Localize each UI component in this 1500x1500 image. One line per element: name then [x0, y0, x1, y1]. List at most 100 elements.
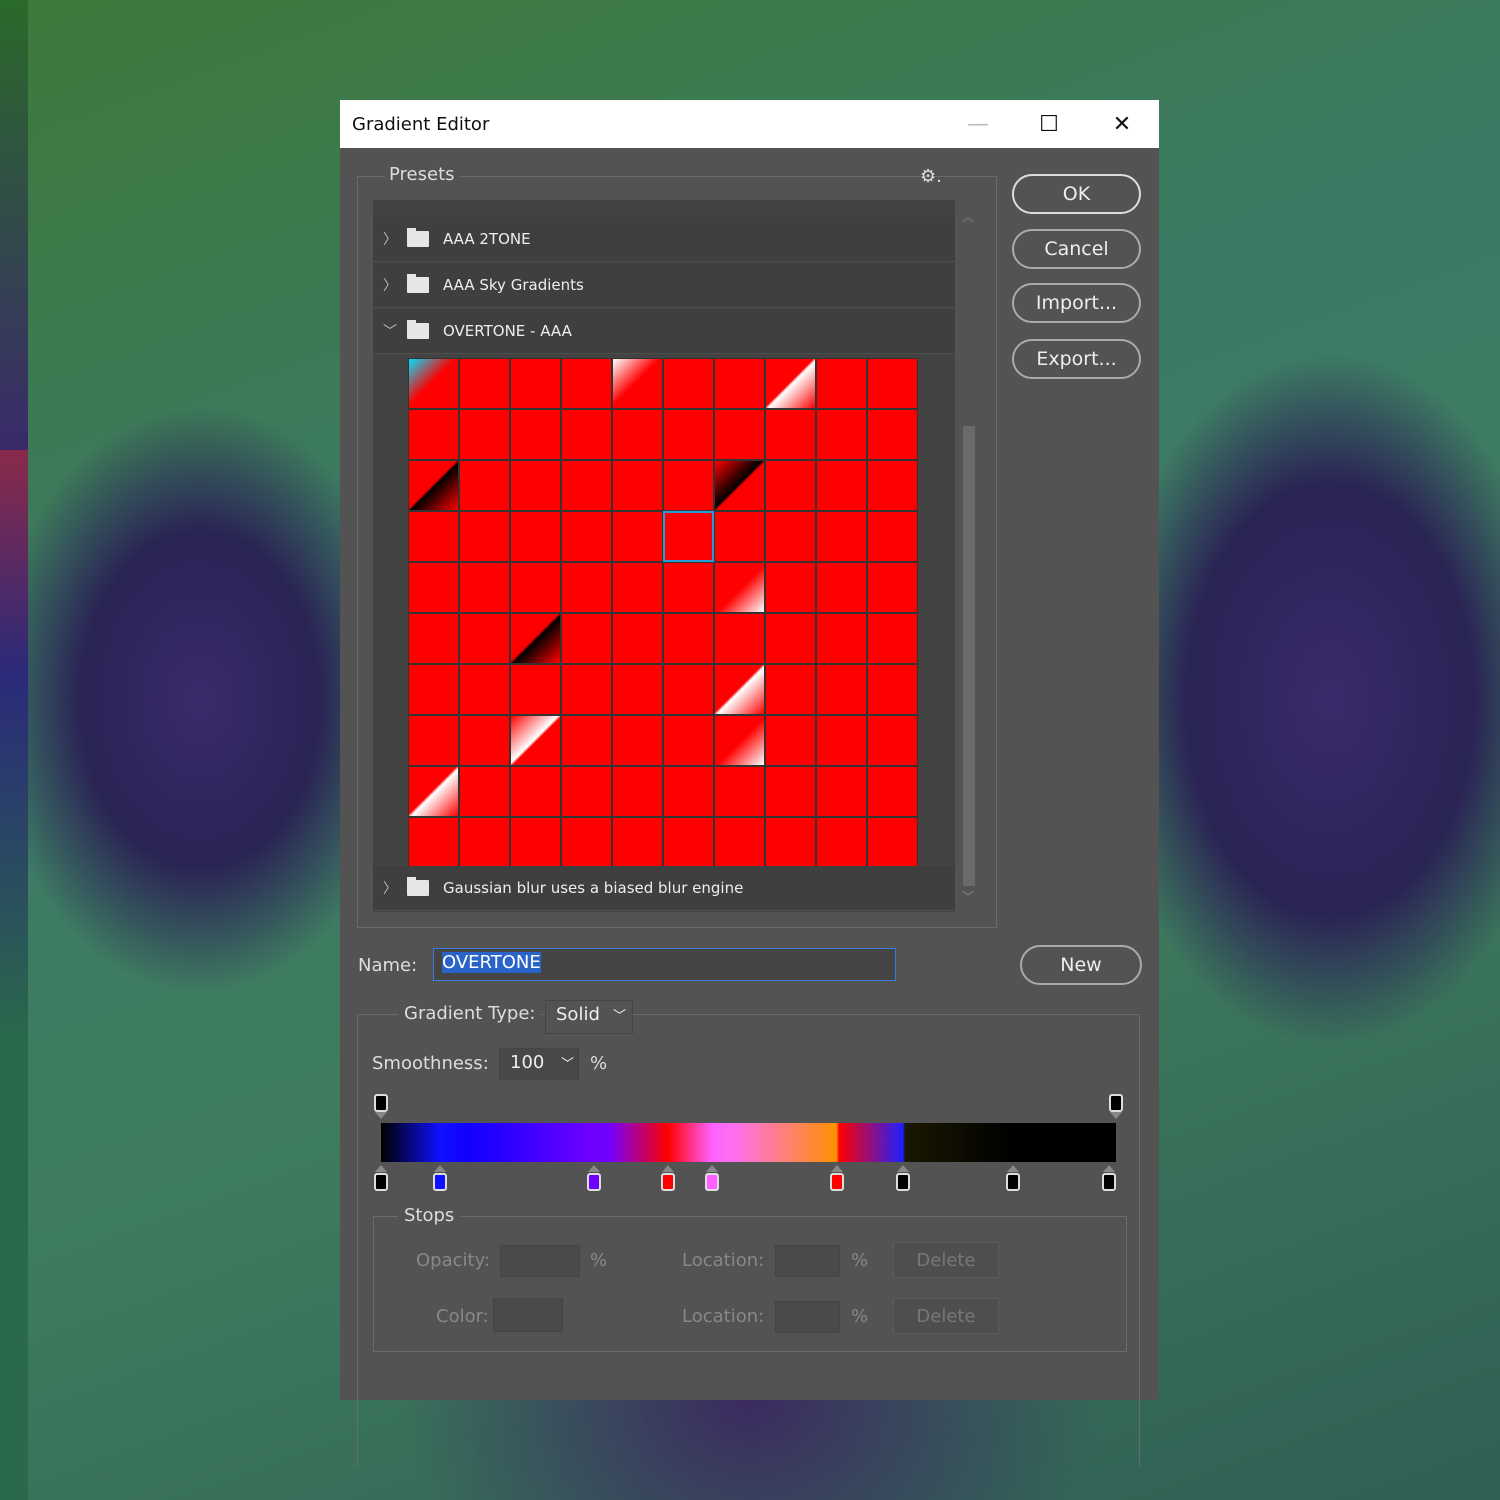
gradient-swatch[interactable]: [612, 613, 663, 664]
gradient-swatch[interactable]: [612, 460, 663, 511]
gradient-swatch[interactable]: [816, 715, 867, 766]
gradient-swatch[interactable]: [663, 817, 714, 868]
gradient-swatch[interactable]: [561, 409, 612, 460]
gradient-swatch[interactable]: [510, 358, 561, 409]
gradient-swatch[interactable]: [561, 817, 612, 868]
scrollbar-thumb[interactable]: [963, 426, 975, 886]
gradient-swatch[interactable]: [408, 817, 459, 868]
gradient-swatch[interactable]: [561, 664, 612, 715]
gradient-swatch[interactable]: [867, 562, 918, 613]
gradient-swatch[interactable]: [714, 511, 765, 562]
smoothness-input[interactable]: 100 ﹀: [499, 1048, 579, 1080]
cancel-button[interactable]: Cancel: [1012, 229, 1141, 269]
gradient-swatch[interactable]: [816, 511, 867, 562]
gradient-swatch[interactable]: [459, 460, 510, 511]
color-location-input[interactable]: [775, 1301, 840, 1333]
minimize-button[interactable]: —: [942, 100, 1014, 148]
gradient-swatch[interactable]: [714, 613, 765, 664]
color-stop[interactable]: [374, 1173, 388, 1191]
gradient-swatch[interactable]: [714, 664, 765, 715]
export-button[interactable]: Export...: [1012, 339, 1141, 379]
gradient-swatch[interactable]: [612, 358, 663, 409]
gradient-preview-bar[interactable]: [381, 1123, 1116, 1162]
folder-overtone-aaa[interactable]: ﹀ OVERTONE - AAA: [373, 309, 955, 354]
gradient-swatch[interactable]: [867, 715, 918, 766]
gradient-swatch[interactable]: [612, 766, 663, 817]
gradient-swatch[interactable]: [408, 664, 459, 715]
gradient-swatch[interactable]: [561, 613, 612, 664]
gradient-swatch[interactable]: [867, 460, 918, 511]
delete-opacity-stop-button[interactable]: Delete: [893, 1242, 999, 1278]
gradient-swatch[interactable]: [714, 460, 765, 511]
gear-icon[interactable]: ⚙.: [920, 166, 942, 187]
gradient-swatch[interactable]: [408, 766, 459, 817]
gradient-swatch[interactable]: [561, 511, 612, 562]
gradient-swatch[interactable]: [714, 766, 765, 817]
delete-color-stop-button[interactable]: Delete: [893, 1298, 999, 1334]
gradient-swatch[interactable]: [459, 664, 510, 715]
gradient-swatch[interactable]: [510, 613, 561, 664]
scroll-up-icon[interactable]: ︿: [962, 208, 974, 225]
gradient-swatch[interactable]: [459, 817, 510, 868]
gradient-swatch[interactable]: [663, 562, 714, 613]
gradient-swatch[interactable]: [765, 715, 816, 766]
gradient-swatch[interactable]: [765, 358, 816, 409]
new-button[interactable]: New: [1020, 945, 1142, 985]
color-stop[interactable]: [432, 1173, 447, 1191]
gradient-swatch[interactable]: [765, 817, 816, 868]
close-button[interactable]: ✕: [1086, 100, 1158, 148]
color-stop[interactable]: [1101, 1173, 1116, 1191]
color-swatch-input[interactable]: [493, 1298, 563, 1332]
gradient-swatch[interactable]: [714, 358, 765, 409]
gradient-swatch[interactable]: [459, 613, 510, 664]
gradient-swatch[interactable]: [663, 460, 714, 511]
gradient-swatch[interactable]: [408, 715, 459, 766]
gradient-swatch[interactable]: [510, 409, 561, 460]
gradient-swatch[interactable]: [510, 664, 561, 715]
gradient-swatch[interactable]: [459, 766, 510, 817]
gradient-swatch[interactable]: [816, 613, 867, 664]
opacity-location-input[interactable]: [775, 1245, 840, 1277]
color-stop[interactable]: [660, 1173, 675, 1191]
gradient-swatch[interactable]: [408, 358, 459, 409]
folder-aaa-2tone[interactable]: 〉 AAA 2TONE: [373, 217, 955, 262]
gradient-swatch[interactable]: [663, 766, 714, 817]
color-stop[interactable]: [829, 1173, 844, 1191]
gradient-swatch[interactable]: [765, 613, 816, 664]
gradient-swatch[interactable]: [459, 358, 510, 409]
gradient-swatch[interactable]: [714, 562, 765, 613]
gradient-swatch[interactable]: [510, 817, 561, 868]
gradient-swatch[interactable]: [816, 460, 867, 511]
gradient-swatch[interactable]: [663, 613, 714, 664]
gradient-swatch[interactable]: [459, 715, 510, 766]
color-stop[interactable]: [895, 1173, 910, 1191]
gradient-swatch[interactable]: [459, 409, 510, 460]
gradient-swatch[interactable]: [408, 460, 459, 511]
gradient-swatch[interactable]: [663, 358, 714, 409]
maximize-button[interactable]: ☐: [1013, 100, 1085, 148]
gradient-swatch[interactable]: [765, 766, 816, 817]
gradient-swatch[interactable]: [408, 562, 459, 613]
gradient-swatch[interactable]: [510, 715, 561, 766]
gradient-swatch[interactable]: [714, 409, 765, 460]
gradient-swatch[interactable]: [816, 766, 867, 817]
gradient-type-select[interactable]: Solid ﹀: [545, 1000, 633, 1034]
gradient-swatch[interactable]: [663, 409, 714, 460]
gradient-swatch[interactable]: [612, 562, 663, 613]
chevron-right-icon[interactable]: 〉: [373, 275, 407, 295]
gradient-swatch[interactable]: [459, 562, 510, 613]
gradient-swatch[interactable]: [816, 562, 867, 613]
presets-scrollbar[interactable]: ︿ ﹀: [958, 200, 980, 912]
gradient-swatch[interactable]: [663, 664, 714, 715]
color-stop[interactable]: [587, 1173, 602, 1191]
color-stop[interactable]: [1006, 1173, 1021, 1191]
gradient-swatch[interactable]: [612, 817, 663, 868]
gradient-swatch[interactable]: [612, 664, 663, 715]
gradient-swatch[interactable]: [816, 664, 867, 715]
chevron-right-icon[interactable]: 〉: [373, 229, 407, 249]
ok-button[interactable]: OK: [1012, 174, 1141, 214]
gradient-swatch[interactable]: [765, 511, 816, 562]
chevron-right-icon[interactable]: 〉: [373, 878, 407, 898]
gradient-swatch[interactable]: [561, 766, 612, 817]
gradient-swatch[interactable]: [714, 817, 765, 868]
